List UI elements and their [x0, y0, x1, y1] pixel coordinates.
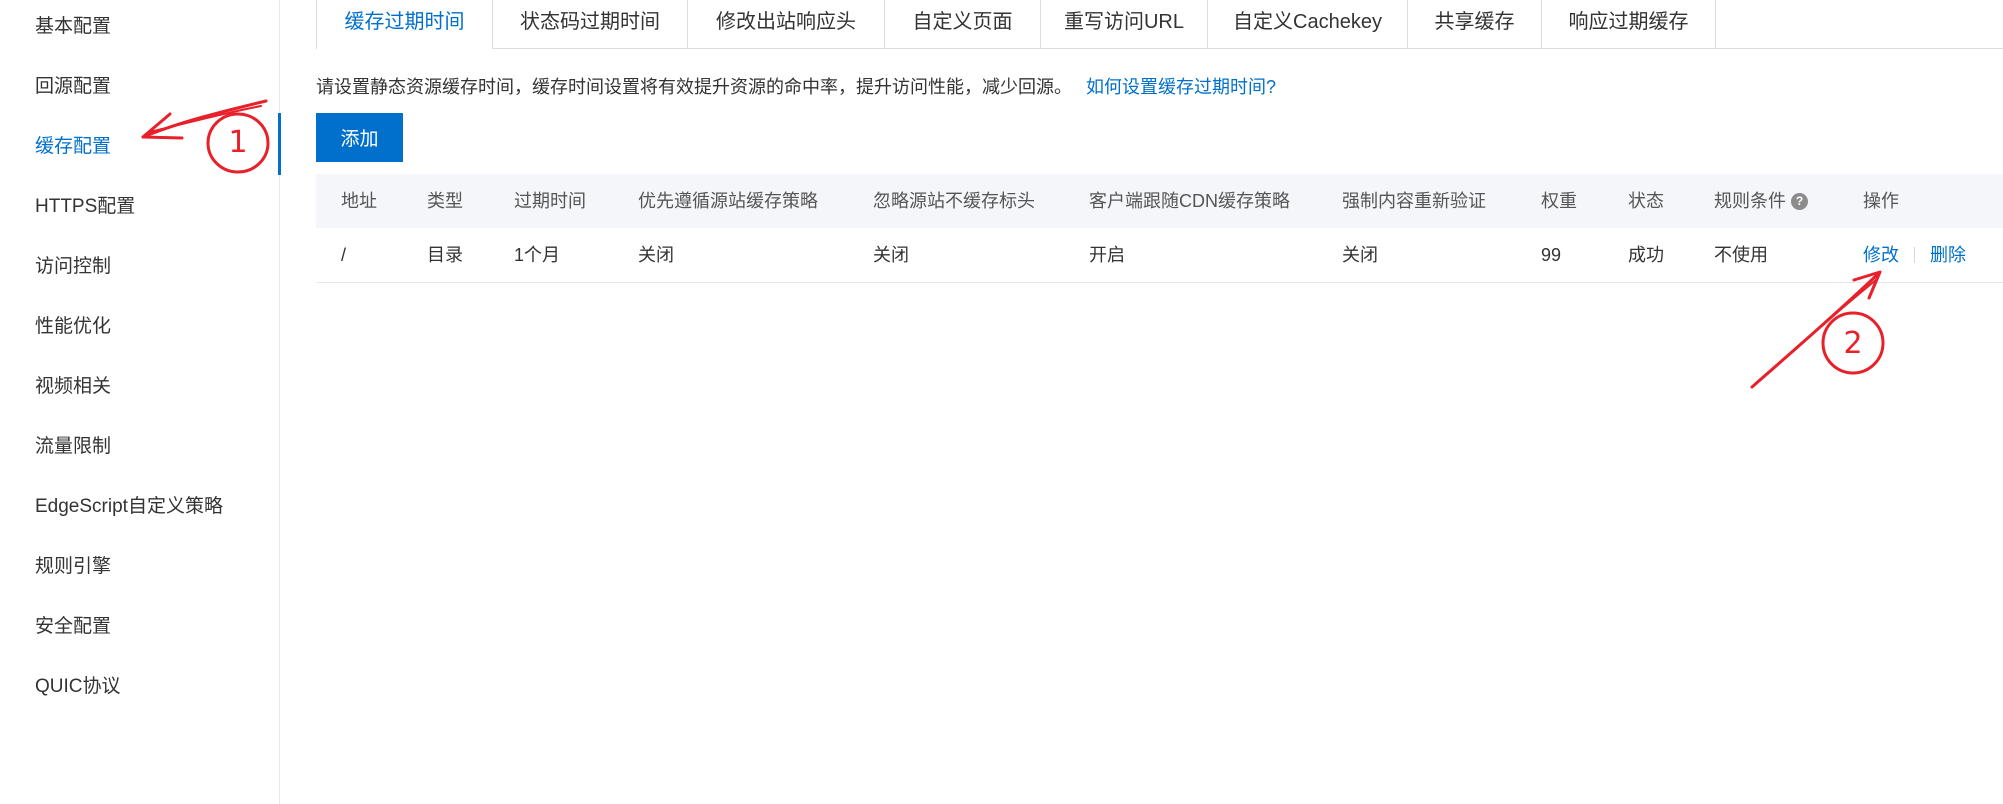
tab-custom-page[interactable]: 自定义页面	[885, 0, 1041, 48]
header-client-follow-cdn: 客户端跟随CDN缓存策略	[1089, 191, 1290, 211]
question-icon[interactable]: ?	[1791, 192, 1808, 210]
tab-bar: 缓存过期时间 状态码过期时间 修改出站响应头 自定义页面 重写访问URL 自定义…	[316, 0, 2003, 49]
header-actions: 操作	[1863, 191, 1899, 211]
sidebar-item-basic-config[interactable]: 基本配置	[35, 12, 111, 42]
tab-stale-response-cache[interactable]: 响应过期缓存	[1542, 0, 1716, 48]
help-link[interactable]: 如何设置缓存过期时间?	[1086, 77, 1276, 97]
cell-follow-origin-policy: 关闭	[638, 245, 674, 265]
header-expiration: 过期时间	[514, 191, 586, 211]
tab-status-code-expiration[interactable]: 状态码过期时间	[493, 0, 688, 48]
action-divider	[1914, 247, 1915, 263]
table-header: 地址 类型 过期时间 优先遵循源站缓存策略 忽略源站不缓存标头 客户端跟随CDN…	[316, 174, 2003, 229]
description-text: 请设置静态资源缓存时间，缓存时间设置将有效提升资源的命中率，提升访问性能，减少回…	[316, 77, 1072, 97]
sidebar-item-performance[interactable]: 性能优化	[35, 312, 111, 342]
tab-custom-cachekey[interactable]: 自定义Cachekey	[1208, 0, 1408, 48]
header-ignore-no-cache: 忽略源站不缓存标头	[873, 191, 1035, 211]
header-status: 状态	[1628, 191, 1664, 211]
header-weight: 权重	[1541, 191, 1577, 211]
sidebar-item-traffic-limit[interactable]: 流量限制	[35, 432, 111, 462]
annotation-arrow-2	[1750, 270, 1885, 389]
sidebar-item-edgescript[interactable]: EdgeScript自定义策略	[35, 492, 223, 522]
sidebar-item-quic[interactable]: QUIC协议	[35, 672, 121, 702]
tab-outbound-response-header[interactable]: 修改出站响应头	[688, 0, 885, 48]
tab-cache-expiration[interactable]: 缓存过期时间	[316, 0, 493, 49]
delete-link[interactable]: 删除	[1930, 228, 1966, 282]
header-type: 类型	[427, 191, 463, 211]
sidebar-item-origin-config[interactable]: 回源配置	[35, 72, 111, 102]
sidebar-item-rule-engine[interactable]: 规则引擎	[35, 552, 111, 582]
sidebar: 基本配置 回源配置 缓存配置 HTTPS配置 访问控制 性能优化 视频相关 流量…	[0, 0, 281, 804]
sidebar-item-security-config[interactable]: 安全配置	[35, 612, 111, 642]
cell-expiration: 1个月	[514, 245, 561, 265]
description: 请设置静态资源缓存时间，缓存时间设置将有效提升资源的命中率，提升访问性能，减少回…	[316, 73, 1276, 99]
cell-status: 成功	[1628, 245, 1664, 265]
header-force-revalidate: 强制内容重新验证	[1342, 191, 1486, 211]
sidebar-item-https-config[interactable]: HTTPS配置	[35, 192, 135, 222]
annotation-overlay: 1 2	[141, 99, 1885, 389]
tab-shared-cache[interactable]: 共享缓存	[1408, 0, 1542, 48]
cell-force-revalidate: 关闭	[1342, 245, 1378, 265]
cell-client-follow-cdn: 开启	[1089, 245, 1125, 265]
header-rule-condition: 规则条件?	[1714, 174, 1808, 228]
cell-ignore-no-cache: 关闭	[873, 245, 909, 265]
header-address: 地址	[341, 191, 377, 211]
cell-rule-condition: 不使用	[1714, 245, 1768, 265]
sidebar-item-cache-config[interactable]: 缓存配置	[35, 132, 111, 162]
annotation-marker-2: 2	[1843, 326, 1862, 361]
header-follow-origin-policy: 优先遵循源站缓存策略	[638, 191, 818, 211]
cell-address: /	[341, 245, 347, 265]
cell-weight: 99	[1541, 245, 1562, 265]
table-row: / 目录 1个月 关闭 关闭 开启 关闭 99 成功 不使用 修改 删除	[316, 228, 2003, 283]
tab-rewrite-url[interactable]: 重写访问URL	[1041, 0, 1208, 48]
sidebar-active-indicator	[278, 113, 281, 175]
edit-link[interactable]: 修改	[1863, 228, 1899, 282]
header-rule-condition-label: 规则条件	[1714, 191, 1786, 211]
sidebar-item-access-control[interactable]: 访问控制	[35, 252, 111, 282]
add-button[interactable]: 添加	[316, 113, 403, 162]
sidebar-item-video[interactable]: 视频相关	[35, 372, 111, 402]
cell-type: 目录	[427, 245, 463, 265]
